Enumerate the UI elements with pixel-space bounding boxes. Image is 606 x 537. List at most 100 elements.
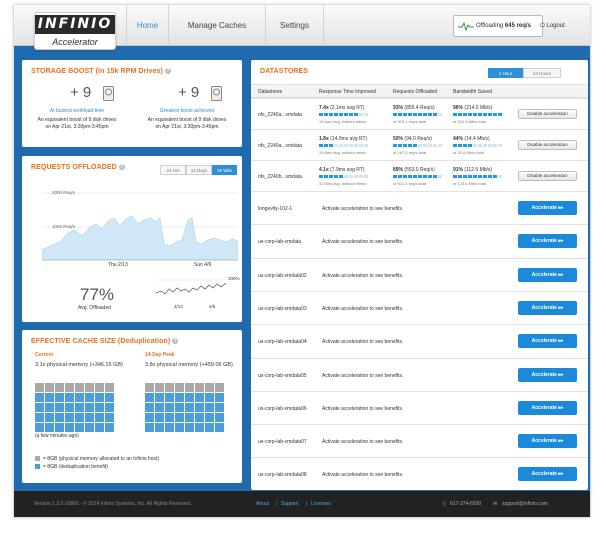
dedup-memory-block [65, 403, 74, 412]
accelerate-button[interactable]: Accelerate ▸▸ [518, 201, 577, 215]
progress-segment [418, 175, 423, 178]
footer-about[interactable]: About [256, 491, 269, 517]
progress-segment [413, 175, 418, 178]
dedup-memory-block [145, 413, 154, 422]
rq-detail: (94.0 Req/s) [404, 136, 432, 142]
y-label-1000: 1000 Req/s [52, 224, 76, 229]
progress-segment [473, 175, 478, 178]
range-24hours[interactable]: 24 Hours [523, 68, 561, 78]
datastores-panel: DATASTORES 1 Hour 24 Hours Datastores Re… [251, 60, 588, 490]
progress-segment [493, 175, 498, 178]
rq-detail: (855.4 Req/s) [404, 105, 435, 111]
rq-sub: of 187.5 req/s total [393, 150, 427, 155]
tab-manage-caches[interactable]: Manage Caches [168, 5, 265, 46]
disk-drive-icon [103, 86, 114, 101]
progress-segment [339, 113, 344, 116]
dedup-memory-block [165, 403, 174, 412]
accelerate-button[interactable]: Accelerate ▸▸ [518, 400, 577, 415]
accelerate-label: Accelerate [531, 338, 557, 345]
rt-sub: 15.6ms avg. without Infinio [319, 119, 367, 124]
progress-segment [433, 144, 438, 147]
tab-settings[interactable]: Settings [265, 5, 324, 46]
progress-segment [453, 175, 458, 178]
accelerate-button[interactable]: Accelerate ▸▸ [518, 300, 577, 315]
range-1hour[interactable]: 1 Hour [488, 68, 523, 78]
progress-segment [334, 113, 339, 116]
rt-value: 7.4x [319, 105, 329, 111]
col-requests: Requests Offloaded [393, 89, 438, 95]
progress-segment [438, 144, 443, 147]
progress-segment [473, 113, 478, 116]
boost-left-line2: on Apr 21st, 3:30pm-3:45pm [45, 124, 109, 130]
help-icon[interactable]: ? [172, 338, 179, 345]
accelerate-button[interactable]: Accelerate ▸▸ [518, 267, 577, 282]
disable-acceleration-button[interactable]: Disable acceleration [518, 171, 577, 181]
progress-segment [423, 144, 428, 147]
dedup-memory-block [155, 423, 164, 432]
accelerate-button[interactable]: Accelerate ▸▸ [518, 334, 577, 349]
rt-detail: (2.1ms avg RT) [330, 105, 365, 111]
accelerate-button[interactable]: Accelerate ▸▸ [518, 467, 577, 482]
footer-email[interactable]: support@infinio.com [502, 491, 548, 517]
accelerate-button[interactable]: Accelerate ▸▸ [518, 367, 577, 382]
progress-segment [428, 144, 433, 147]
range-14days[interactable]: 14 Days [186, 165, 212, 175]
progress-segment [393, 175, 398, 178]
dedup-memory-block [75, 413, 84, 422]
footer-licenses[interactable]: Licenses [311, 491, 331, 517]
dedup-memory-block [195, 393, 204, 402]
footer-support[interactable]: Support [281, 491, 299, 517]
disable-acceleration-button[interactable]: Disable acceleration [518, 109, 577, 119]
table-row: nfs_2240b...vmdata 4.1x (7.9ms avg RT) 32.… [251, 160, 588, 191]
progress-segment [493, 113, 498, 116]
physical-memory-block [95, 383, 104, 392]
rt-detail: (14.0ms avg RT) [330, 136, 368, 142]
accelerate-button[interactable]: Accelerate ▸▸ [518, 234, 577, 249]
dedup-memory-block [85, 423, 94, 432]
bw-value: 91% [453, 167, 464, 173]
dedup-memory-block [65, 413, 74, 422]
progress-segment [403, 175, 408, 178]
rq-value: 89% [393, 167, 404, 173]
range-16wks[interactable]: 16 Wks [212, 165, 237, 175]
progress-segment [438, 113, 443, 116]
app-window: INFINIO Accelerator Home Manage Caches S… [14, 5, 590, 517]
double-chevron-right-icon: ▸▸ [558, 238, 564, 245]
progress-segment [344, 144, 349, 147]
mini-top-label: 100% [228, 276, 240, 281]
progress-segment [349, 113, 354, 116]
top-bar: INFINIO Accelerator Home Manage Caches S… [14, 5, 590, 50]
progress-segment [488, 113, 493, 116]
dedup-memory-block [35, 393, 44, 402]
dedup-memory-block [145, 423, 154, 432]
dedup-memory-block [175, 413, 184, 422]
help-icon[interactable]: ? [118, 164, 125, 171]
bw-detail: (214.0 Mb/s) [464, 105, 493, 111]
help-icon[interactable]: ? [164, 68, 171, 75]
double-chevron-right-icon: ▸▸ [558, 404, 564, 411]
dedup-memory-block [65, 393, 74, 402]
accelerate-label: Accelerate [531, 205, 557, 211]
progress-segment [488, 175, 493, 178]
progress-segment [398, 144, 403, 147]
rt-value: 1.8x [319, 136, 329, 142]
range-24hrs[interactable]: 24 Hrs [160, 165, 186, 175]
physical-memory-block [215, 383, 224, 392]
progress-segment [493, 144, 498, 147]
logout-link[interactable]: ⏻ Logout [540, 15, 565, 37]
progress-segment [349, 144, 354, 147]
bw-sub: of 32.8 Mb/s total [453, 150, 484, 155]
progress-segment [393, 144, 398, 147]
progress-segment [359, 144, 364, 147]
progress-segment [403, 113, 408, 116]
accelerate-label: Accelerate [531, 271, 557, 278]
disable-acceleration-button[interactable]: Disable acceleration [518, 140, 577, 150]
phone-icon: ▯ [443, 501, 446, 507]
tab-home[interactable]: Home [126, 5, 168, 46]
accelerate-button[interactable]: Accelerate ▸▸ [518, 434, 577, 449]
progress-segment [364, 144, 369, 147]
double-chevron-right-icon: ▸▸ [558, 438, 564, 445]
datastore-name: nfs_2240a...vmdata [258, 112, 302, 118]
progress-segment [478, 175, 483, 178]
footer: Version 1.3.2-10806 - © 2014 Infinio Sys… [14, 491, 590, 517]
